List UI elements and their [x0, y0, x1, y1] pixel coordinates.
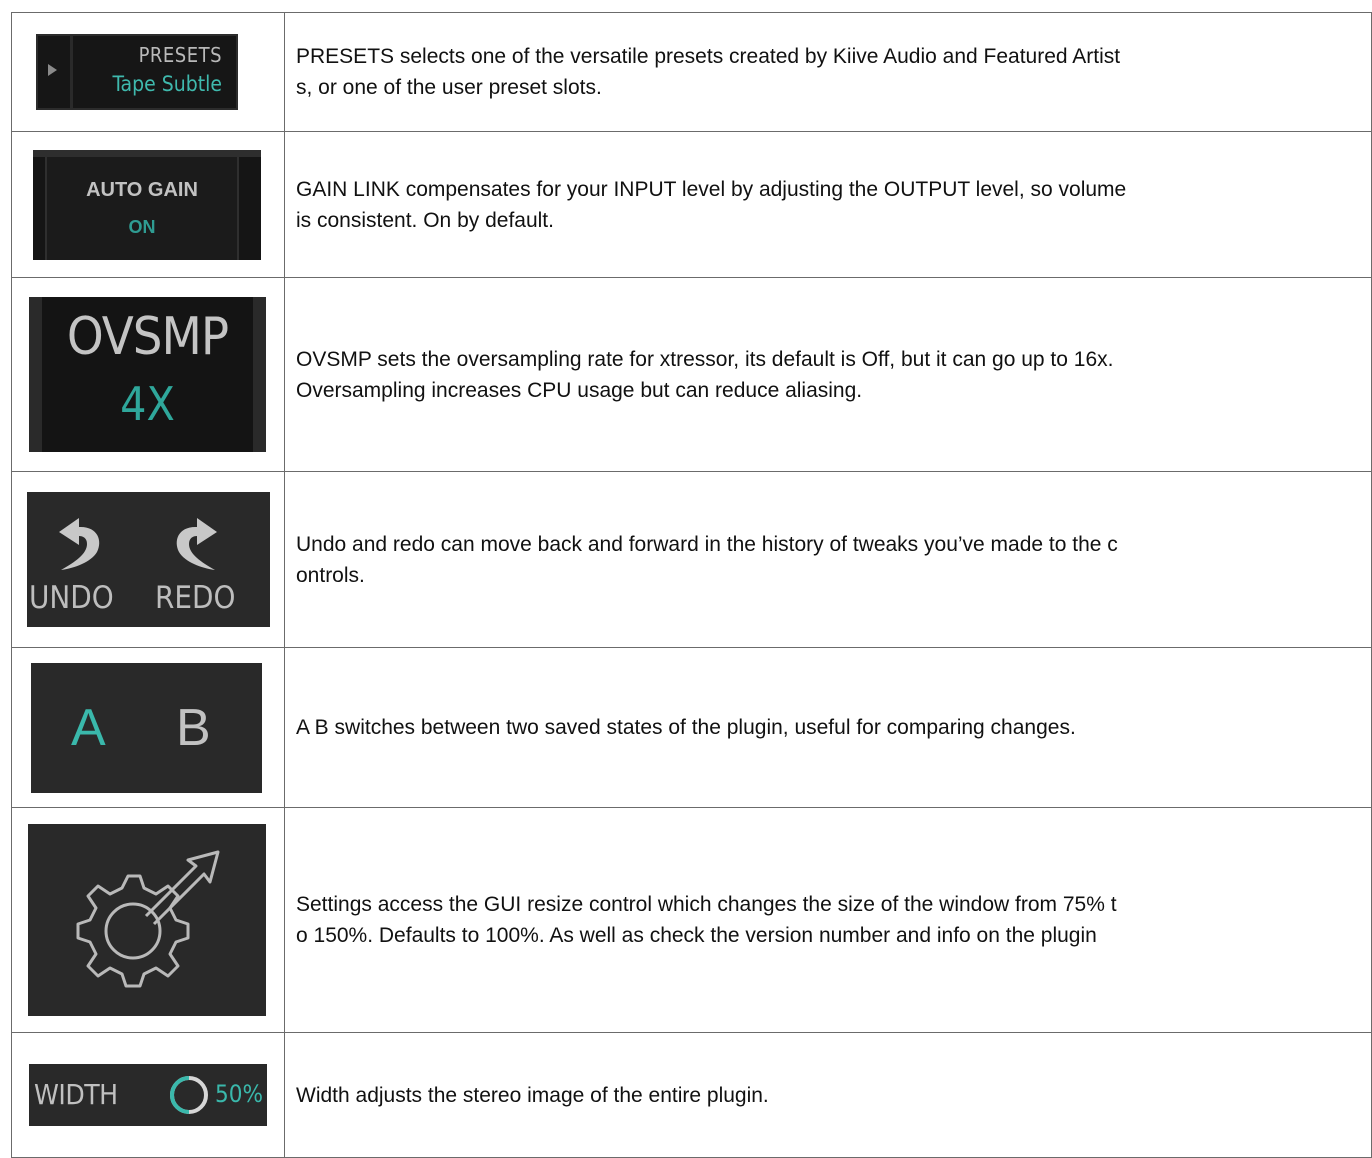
redo-arrow-icon: [176, 518, 217, 570]
presets-value: Tape Subtle: [112, 72, 222, 96]
settings-control: [28, 824, 266, 1016]
width-control: WIDTH 50%: [29, 1064, 267, 1126]
table-row: A B A B switches between two saved state…: [11, 647, 1372, 808]
width-title: WIDTH: [34, 1078, 118, 1111]
width-value: 50%: [215, 1080, 263, 1108]
description-line: Oversampling increases CPU usage but can…: [296, 378, 863, 402]
description-line: OVSMP sets the oversampling rate for xtr…: [296, 347, 1114, 371]
undo-arrow-icon: [59, 518, 100, 570]
description-line: Width adjusts the stereo image of the en…: [296, 1083, 769, 1107]
description-line: GAIN LINK compensates for your INPUT lev…: [296, 177, 1127, 201]
presets-title: PRESETS: [138, 43, 222, 67]
description-line: ontrols.: [296, 563, 365, 587]
image-cell: [11, 807, 285, 1033]
triangle-right-icon: [48, 64, 57, 76]
image-cell: OVSMP 4X: [11, 277, 285, 472]
description-cell: Undo and redo can move back and forward …: [284, 471, 1372, 648]
ab-control: A B: [31, 662, 262, 793]
description-cell: PRESETS selects one of the versatile pre…: [284, 12, 1372, 132]
state-b-label: B: [176, 698, 211, 757]
settings-gear-arrow-icon: [76, 850, 220, 988]
table-row: PRESETS Tape Subtle PRESETS selects one …: [11, 12, 1372, 132]
undo-label: UNDO: [29, 580, 114, 616]
table-row: Settings access the GUI resize control w…: [11, 807, 1372, 1033]
auto-gain-title: AUTO GAIN: [86, 178, 198, 201]
auto-gain-inner: AUTO GAIN ON: [45, 156, 239, 260]
description-line: Settings access the GUI resize control w…: [296, 893, 1117, 916]
table-row: OVSMP 4X OVSMP sets the oversampling rat…: [11, 277, 1372, 472]
description-cell: OVSMP sets the oversampling rate for xtr…: [284, 277, 1372, 472]
description-cell: A B switches between two saved states of…: [284, 647, 1372, 808]
table-row: AUTO GAIN ON GAIN LINK compensates for y…: [11, 131, 1372, 278]
width-ring-icon: [170, 1076, 208, 1114]
ovsmp-title: OVSMP: [66, 307, 229, 367]
image-cell: AUTO GAIN ON: [11, 131, 285, 278]
redo-label: REDO: [155, 580, 236, 616]
auto-gain-value: ON: [128, 216, 156, 237]
image-cell: WIDTH 50%: [11, 1032, 285, 1158]
ovsmp-value: 4X: [120, 377, 175, 431]
state-a-label: A: [71, 698, 106, 757]
description-line: PRESETS selects one of the versatile pre…: [296, 45, 1121, 68]
description-line: s, or one of the user preset slots.: [296, 76, 602, 99]
controls-table: PRESETS Tape Subtle PRESETS selects one …: [11, 12, 1372, 1158]
description-line: is consistent. On by default.: [296, 208, 554, 232]
ovsmp-control: OVSMP 4X: [29, 297, 266, 452]
description-line: o 150%. Defaults to 100%. As well as che…: [296, 924, 1097, 947]
divider: [70, 36, 73, 108]
description-line: Undo and redo can move back and forward …: [296, 532, 1118, 556]
undo-redo-control: UNDO REDO: [27, 492, 270, 627]
image-cell: UNDO REDO: [11, 471, 285, 648]
auto-gain-control: AUTO GAIN ON: [33, 149, 261, 260]
description-line: A B switches between two saved states of…: [296, 716, 1076, 739]
table-row: WIDTH 50% Width adjusts the stereo image…: [11, 1032, 1372, 1158]
image-cell: A B: [11, 647, 285, 808]
image-cell: PRESETS Tape Subtle: [11, 12, 285, 132]
presets-control: PRESETS Tape Subtle: [36, 34, 238, 110]
description-cell: GAIN LINK compensates for your INPUT lev…: [284, 131, 1372, 278]
description-cell: Settings access the GUI resize control w…: [284, 807, 1372, 1033]
description-cell: Width adjusts the stereo image of the en…: [284, 1032, 1372, 1158]
table-row: UNDO REDO Undo and redo can move back an…: [11, 471, 1372, 648]
